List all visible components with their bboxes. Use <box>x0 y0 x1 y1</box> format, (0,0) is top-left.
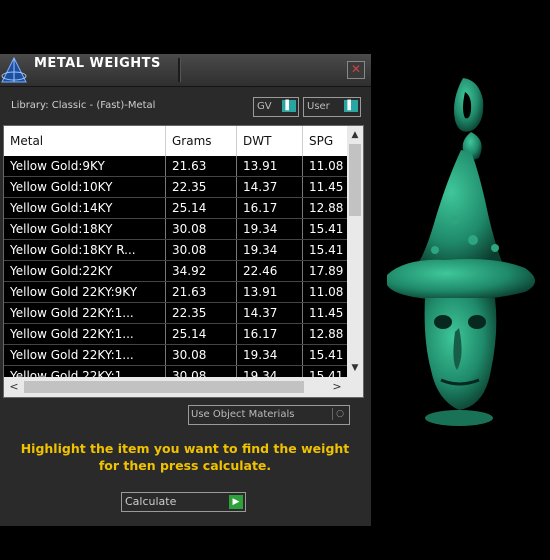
metal-cell: Yellow Gold 22KY:1... <box>4 303 166 323</box>
spg-cell: 17.89 <box>309 264 344 278</box>
horizontal-scroll-thumb[interactable] <box>24 381 304 393</box>
metal-weights-dialog: METAL WEIGHTS ✕ Library: Classic - (Fast… <box>0 54 371 526</box>
metal-cell: Yellow Gold 22KY:1... <box>4 345 166 365</box>
instruction-line-1: Highlight the item you want to find the … <box>20 441 350 456</box>
grams-cell: 30.08 <box>166 219 237 239</box>
scroll-up-icon[interactable]: ▲ <box>347 128 363 142</box>
table-row[interactable]: Yellow Gold:14KY 25.14 16.17 12.88 <box>4 198 347 219</box>
vertical-scroll-thumb[interactable] <box>349 144 361 216</box>
instruction-line-2: for then press calculate. <box>98 458 272 473</box>
close-button[interactable]: ✕ <box>347 61 365 79</box>
table-row[interactable]: Yellow Gold 22KY:1... 30.08 19.34 15.41 <box>4 345 347 366</box>
grams-cell: 30.08 <box>166 240 237 260</box>
grams-cell: 21.63 <box>166 156 237 176</box>
calculate-label: Calculate <box>125 495 177 508</box>
app-logo-icon <box>1 56 27 83</box>
horizontal-scrollbar[interactable]: < > <box>4 377 347 397</box>
column-header-metal[interactable]: Metal <box>4 126 166 156</box>
table-header: Metal Grams DWT SPG <box>4 126 347 156</box>
metal-cell: Yellow Gold 22KY:9KY <box>4 282 166 302</box>
dwt-cell: 16.17 <box>237 324 303 344</box>
dwt-cell: 16.17 <box>237 198 303 218</box>
table-row[interactable]: Yellow Gold:10KY 22.35 14.37 11.45 <box>4 177 347 198</box>
metal-cell: Yellow Gold:18KY R... <box>4 240 166 260</box>
gv-switch-icon: ▌ <box>282 100 296 112</box>
table-row[interactable]: Yellow Gold:18KY 30.08 19.34 15.41 <box>4 219 347 240</box>
use-object-materials-toggle[interactable]: Use Object Materials ○ <box>188 405 350 425</box>
dwt-cell: 14.37 <box>237 177 303 197</box>
instruction-text: Highlight the item you want to find the … <box>10 440 360 474</box>
scroll-right-icon[interactable]: > <box>329 377 345 397</box>
dwt-cell: 19.34 <box>237 219 303 239</box>
spg-cell: 12.88 <box>309 201 344 215</box>
play-arrow-icon: ▶ <box>229 495 243 509</box>
use-object-materials-label: Use Object Materials <box>191 409 295 420</box>
scroll-left-icon[interactable]: < <box>6 377 22 397</box>
dwt-cell: 19.34 <box>237 240 303 260</box>
title-divider <box>178 58 181 82</box>
dwt-cell: 13.91 <box>237 282 303 302</box>
grams-cell: 34.92 <box>166 261 237 281</box>
table-row[interactable]: Yellow Gold 22KY:1... 22.35 14.37 11.45 <box>4 303 347 324</box>
table-row[interactable]: Yellow Gold:22KY 34.92 22.46 17.89 <box>4 261 347 282</box>
dwt-cell: 19.34 <box>237 345 303 365</box>
pendant-model-render <box>387 78 535 426</box>
spg-cell: 11.08 <box>309 285 344 299</box>
user-switch-icon: ▌ <box>344 100 358 112</box>
spg-cell: 15.41 <box>309 222 344 236</box>
metal-cell: Yellow Gold:22KY <box>4 261 166 281</box>
metal-cell: Yellow Gold 22KY:1... <box>4 324 166 344</box>
metal-cell: Yellow Gold:9KY <box>4 156 166 176</box>
metal-cell: Yellow Gold:10KY <box>4 177 166 197</box>
scrollbar-corner <box>347 377 363 397</box>
spg-cell: 11.45 <box>309 180 344 194</box>
user-toggle[interactable]: User ▌ <box>303 97 361 117</box>
grams-cell: 22.35 <box>166 177 237 197</box>
metal-cell: Yellow Gold:14KY <box>4 198 166 218</box>
grams-cell: 21.63 <box>166 282 237 302</box>
column-header-spg[interactable]: SPG <box>303 126 347 156</box>
metal-cell: Yellow Gold:18KY <box>4 219 166 239</box>
grams-cell: 25.14 <box>166 198 237 218</box>
user-toggle-label: User <box>307 101 330 112</box>
grams-cell: 25.14 <box>166 324 237 344</box>
spg-cell: 12.88 <box>309 327 344 341</box>
column-header-grams[interactable]: Grams <box>166 126 237 156</box>
metal-table: Metal Grams DWT SPG Yellow Gold:9KY 21.63… <box>3 125 364 398</box>
table-row[interactable]: Yellow Gold 22KY:1... 25.14 16.17 12.88 <box>4 324 347 345</box>
radio-icon: ○ <box>332 408 347 420</box>
gv-toggle-label: GV <box>257 101 272 112</box>
dwt-cell: 22.46 <box>237 261 303 281</box>
title-bar: METAL WEIGHTS ✕ <box>0 54 371 87</box>
spg-cell: 11.08 <box>309 159 344 173</box>
dwt-cell: 13.91 <box>237 156 303 176</box>
window-title: METAL WEIGHTS <box>34 56 161 71</box>
column-header-dwt[interactable]: DWT <box>237 126 303 156</box>
scroll-down-icon[interactable]: ▼ <box>347 361 363 375</box>
grams-cell: 22.35 <box>166 303 237 323</box>
spg-cell: 11.45 <box>309 306 344 320</box>
spg-cell: 15.41 <box>309 348 344 362</box>
table-body: Yellow Gold:9KY 21.63 13.91 11.08 Yellow Go… <box>4 156 347 387</box>
calculate-button[interactable]: Calculate ▶ <box>121 492 246 512</box>
spg-cell: 15.41 <box>309 243 344 257</box>
table-row[interactable]: Yellow Gold:9KY 21.63 13.91 11.08 <box>4 156 347 177</box>
table-row[interactable]: Yellow Gold:18KY R... 30.08 19.34 15.41 <box>4 240 347 261</box>
gv-toggle[interactable]: GV ▌ <box>253 97 299 117</box>
vertical-scrollbar[interactable]: ▲ ▼ <box>347 126 363 377</box>
table-row[interactable]: Yellow Gold 22KY:9KY 21.63 13.91 11.08 <box>4 282 347 303</box>
library-label: Library: Classic - (Fast)-Metal <box>11 100 156 111</box>
grams-cell: 30.08 <box>166 345 237 365</box>
dwt-cell: 14.37 <box>237 303 303 323</box>
